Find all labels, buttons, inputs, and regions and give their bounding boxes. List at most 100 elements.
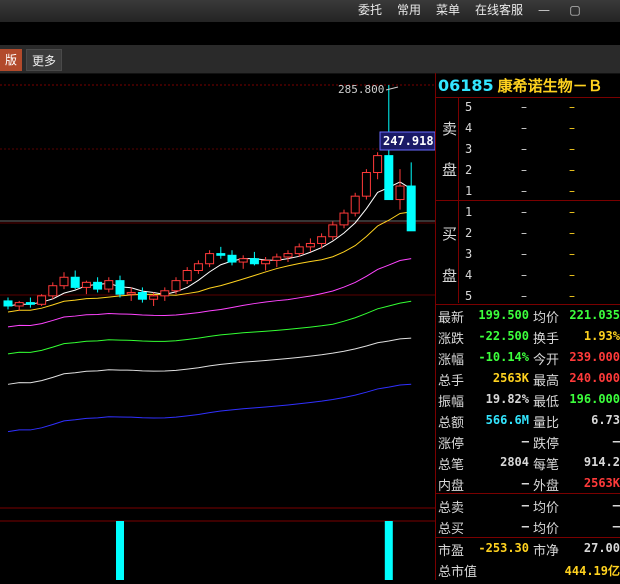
candle-body xyxy=(328,224,338,238)
candle-body xyxy=(294,246,304,255)
candle-body xyxy=(227,254,237,263)
sell-price: – xyxy=(521,163,527,177)
candle-body xyxy=(14,302,24,307)
total-buy-label: 总买 xyxy=(438,522,465,537)
ma60-line xyxy=(7,337,412,385)
stat-value: 6.73 xyxy=(591,413,620,427)
stat-value: -22.500 xyxy=(478,329,529,343)
candle-body xyxy=(384,155,394,201)
buy-price: – xyxy=(521,289,527,303)
buy-price: – xyxy=(521,205,527,219)
candle-body xyxy=(238,258,248,263)
menu-online-service[interactable]: 在线客服 xyxy=(475,0,523,22)
tab-active[interactable]: 版 xyxy=(0,49,22,71)
kline-chart[interactable]: 285.800 247.918 xyxy=(0,73,436,580)
divider xyxy=(436,200,620,201)
candle-body xyxy=(171,280,181,292)
candle-body xyxy=(249,258,259,265)
stat-value: – xyxy=(521,476,529,490)
candle-body xyxy=(373,155,383,174)
stat-value: 2563K xyxy=(492,371,529,385)
candle-body xyxy=(81,281,91,288)
menu-bar: 委托 常用 菜单 在线客服 — ▢ xyxy=(0,0,620,23)
sell-volume: – xyxy=(569,184,575,198)
stat-label: 涨跌 xyxy=(438,332,465,347)
stat-value: 199.500 xyxy=(478,308,529,322)
candle-body xyxy=(126,291,136,295)
candle-body xyxy=(104,280,114,290)
stat-label: 涨停 xyxy=(438,437,465,452)
stat-value: 914.2 xyxy=(583,455,620,469)
menu-entrust[interactable]: 委托 xyxy=(358,0,382,22)
stat-value: 19.82% xyxy=(485,392,529,406)
volume-bar xyxy=(384,521,393,580)
buy-price: – xyxy=(521,226,527,240)
ma30-line xyxy=(7,300,412,355)
ma120-line xyxy=(7,383,412,433)
candle-body xyxy=(149,295,159,300)
buy-volume: – xyxy=(569,226,575,240)
candle-body xyxy=(37,295,47,305)
candle-body xyxy=(59,276,69,287)
price-tag-label: 247.918 xyxy=(383,134,434,148)
stat-value: 240.000 xyxy=(569,371,620,385)
tab-more[interactable]: 更多 xyxy=(26,49,62,71)
candle-body xyxy=(93,281,103,290)
sell-avg-value: – xyxy=(612,498,620,512)
candle-body xyxy=(272,256,282,261)
menu-main[interactable]: 菜单 xyxy=(436,0,460,22)
stat-label: 最高 xyxy=(533,374,560,389)
buy-volume: – xyxy=(569,268,575,282)
sell-label-1: 卖 xyxy=(442,120,458,138)
candle-body xyxy=(205,253,215,265)
kline-chart-svg: 285.800 247.918 xyxy=(0,83,436,580)
stat-value: 221.035 xyxy=(569,308,620,322)
divider xyxy=(436,97,620,98)
close-icon[interactable] xyxy=(598,2,616,18)
stat-label: 内盘 xyxy=(438,479,465,494)
buy-label-1: 买 xyxy=(442,225,458,243)
buy-price: – xyxy=(521,268,527,282)
stock-header: 06185 康希诺生物－Ｂ xyxy=(438,75,603,97)
divider xyxy=(436,537,620,538)
stat-value: – xyxy=(521,434,529,448)
divider xyxy=(436,493,620,494)
buy-volume: – xyxy=(569,247,575,261)
sell-volume: – xyxy=(569,100,575,114)
total-sell-value: – xyxy=(521,498,529,512)
stat-value: 1.93% xyxy=(583,329,620,343)
buy-avg-value: – xyxy=(612,519,620,533)
stat-label: 今开 xyxy=(533,353,560,368)
pb-label: 市净 xyxy=(533,544,560,559)
menu-common[interactable]: 常用 xyxy=(397,0,421,22)
stat-label: 总额 xyxy=(438,416,465,431)
stat-value: 2804 xyxy=(500,455,529,469)
market-cap-value: 444.19亿 xyxy=(564,564,620,578)
stock-name: 康希诺生物－Ｂ xyxy=(497,77,603,95)
sell-avg-label: 均价 xyxy=(533,501,560,516)
candle-body xyxy=(283,253,293,258)
restore-icon[interactable]: ▢ xyxy=(566,2,584,18)
stat-value: 566.6M xyxy=(485,413,529,427)
candle-body xyxy=(137,291,147,300)
candle-body xyxy=(305,242,315,248)
candle-body xyxy=(3,300,13,307)
stat-value: -10.14% xyxy=(478,350,529,364)
buy-level-number: 3 xyxy=(465,247,473,261)
candle-body xyxy=(361,172,371,197)
stat-label: 量比 xyxy=(533,416,560,431)
divider xyxy=(436,304,620,305)
tab-bar: 版 更多 xyxy=(0,45,620,74)
candle-body xyxy=(115,280,125,295)
stat-label: 涨幅 xyxy=(438,353,465,368)
stat-value: 239.000 xyxy=(569,350,620,364)
buy-level-number: 5 xyxy=(465,289,473,303)
minimize-icon[interactable]: — xyxy=(535,2,553,18)
stat-label: 振幅 xyxy=(438,395,465,410)
sell-level-number: 4 xyxy=(465,121,473,135)
stat-value: – xyxy=(612,434,620,448)
sell-label-2: 盘 xyxy=(442,161,458,179)
candle-body xyxy=(339,212,349,226)
sell-price: – xyxy=(521,184,527,198)
sell-level-number: 3 xyxy=(465,142,473,156)
